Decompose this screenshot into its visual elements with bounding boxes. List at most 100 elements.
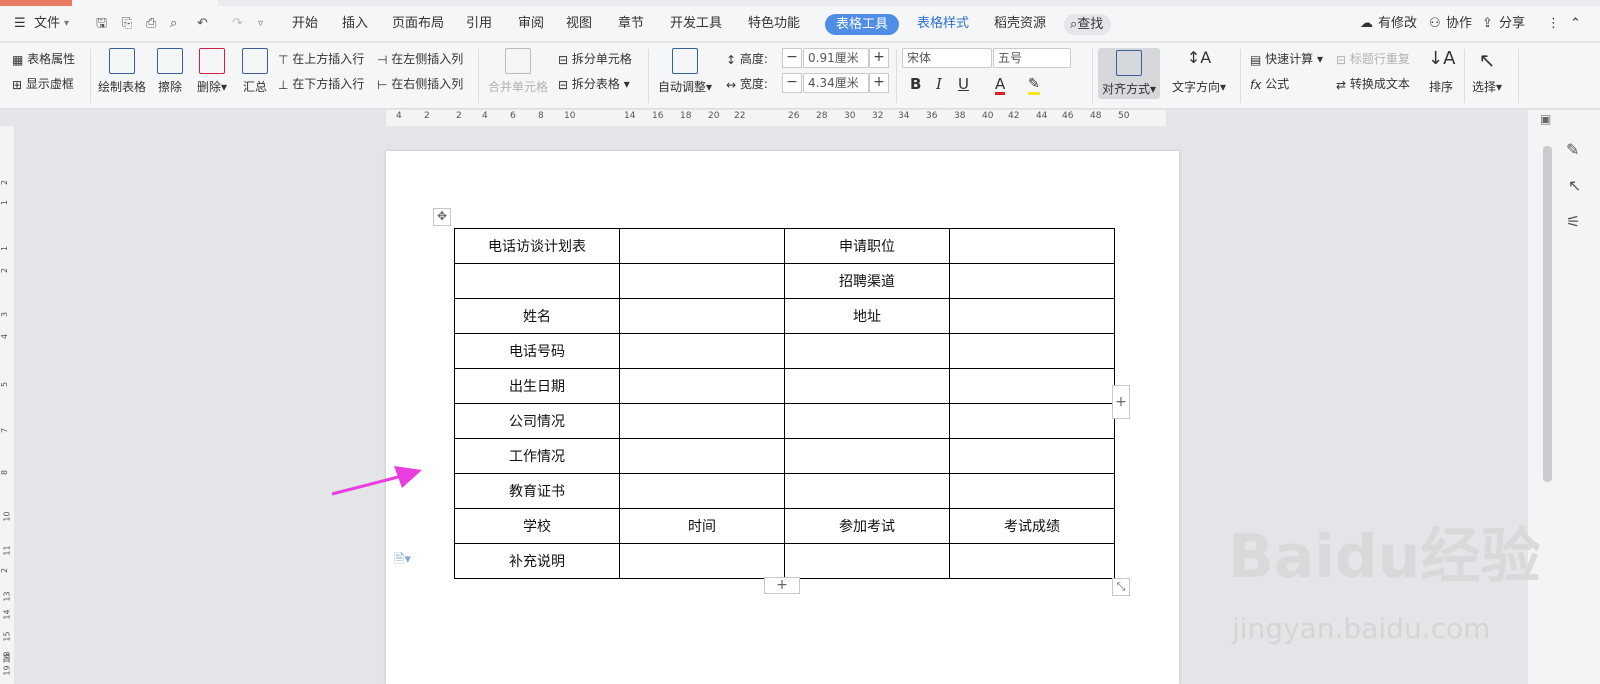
table-cell[interactable] [619, 368, 785, 404]
table-cell[interactable] [784, 543, 950, 579]
chevron-down-icon[interactable]: ▾ [64, 14, 69, 34]
vertical-ruler[interactable]: 2 1 1 2 3 4 5 7 8 10 11 2 13 14 15 16 18 19 [0, 126, 14, 684]
bold-icon[interactable]: B [910, 76, 921, 92]
highlight-icon[interactable]: ✎ [1028, 76, 1040, 95]
share-button[interactable]: 分享 [1499, 14, 1525, 34]
table-cell[interactable] [784, 473, 950, 509]
font-color-icon[interactable]: A [995, 76, 1006, 95]
underline-icon[interactable]: U [958, 76, 969, 92]
split-cells-button[interactable]: ⊟ 拆分单元格 [558, 51, 632, 68]
table-properties-button[interactable]: ▦ 表格属性 [12, 51, 75, 68]
table-move-handle-icon[interactable]: ✥ [433, 208, 451, 226]
tab-docer-resources[interactable]: 稻壳资源 [994, 14, 1046, 34]
tab-2[interactable]: 页面布局 [392, 14, 444, 34]
italic-icon[interactable]: I [936, 76, 942, 92]
table-cell[interactable] [949, 333, 1115, 369]
table-cell[interactable]: 电话号码 [454, 333, 620, 369]
vertical-scrollbar[interactable] [1543, 146, 1552, 482]
table-cell[interactable] [784, 333, 950, 369]
document-assist-icon[interactable]: 🗎▾ [394, 550, 411, 572]
table-cell[interactable] [784, 368, 950, 404]
document-table[interactable]: 电话访谈计划表 申请职位 招聘渠道 姓名 地址 电话号码 出生日期 公司情况 工作情况 教育证书学… [454, 228, 1115, 579]
table-cell[interactable] [619, 403, 785, 439]
table-cell[interactable]: 时间 [619, 508, 785, 544]
repeat-header-button[interactable]: ⊟ 标题行重复 [1336, 51, 1410, 68]
font-name-select[interactable]: 宋体 [902, 48, 992, 68]
delete-button[interactable]: 删除▾ [197, 48, 227, 95]
erase-button[interactable]: 擦除 [157, 48, 183, 95]
text-direction-button[interactable]: ↕A 文字方向▾ [1172, 48, 1226, 95]
cloud-sync-icon[interactable]: ☁ [1360, 14, 1373, 34]
table-cell[interactable] [784, 438, 950, 474]
undo-icon[interactable]: ↶ [197, 14, 208, 34]
width-increase-button[interactable]: + [869, 73, 889, 93]
table-cell[interactable]: 考试成绩 [949, 508, 1115, 544]
settings-sliders-icon[interactable]: ⚟ [1566, 212, 1580, 231]
hamburger-icon[interactable]: ☰ [14, 14, 26, 34]
auto-adjust-button[interactable]: 自动调整▾ [658, 48, 712, 95]
table-cell[interactable] [949, 473, 1115, 509]
table-cell[interactable]: 教育证书 [454, 473, 620, 509]
table-cell[interactable] [619, 438, 785, 474]
split-table-button[interactable]: ⊟ 拆分表格 ▾ [558, 76, 630, 93]
table-cell[interactable]: 申请职位 [784, 228, 950, 264]
select-button[interactable]: ↖ 选择▾ [1472, 48, 1502, 95]
tab-0[interactable]: 开始 [292, 14, 318, 34]
align-button[interactable]: 对齐方式▾ [1098, 48, 1161, 99]
height-decrease-button[interactable]: − [782, 48, 802, 68]
table-cell[interactable]: 姓名 [454, 298, 620, 334]
share-icon[interactable]: ⇪ [1482, 14, 1493, 34]
save-icon[interactable]: 🖫 [96, 14, 107, 34]
insert-column-right-button[interactable]: ⊢ 在右侧插入列 [377, 76, 463, 93]
table-cell[interactable] [619, 298, 785, 334]
table-cell[interactable] [949, 438, 1115, 474]
sort-button[interactable]: ↓A 排序 [1428, 48, 1455, 95]
table-cell[interactable] [454, 263, 620, 299]
save-status-icon[interactable]: ▣ [1540, 112, 1551, 126]
file-menu[interactable]: 文件 [34, 14, 60, 34]
quick-calc-button[interactable]: ▤ 快速计算 ▾ [1250, 51, 1323, 68]
table-cell[interactable]: 工作情况 [454, 438, 620, 474]
table-cell[interactable]: 招聘渠道 [784, 263, 950, 299]
table-cell[interactable] [619, 543, 785, 579]
table-cell[interactable]: 出生日期 [454, 368, 620, 404]
quick-access-more-icon[interactable]: ▿ [258, 14, 263, 34]
formula-button[interactable]: fx 公式 [1250, 76, 1289, 93]
tab-6[interactable]: 章节 [618, 14, 644, 34]
tab-3[interactable]: 引用 [466, 14, 492, 34]
table-cell[interactable]: 学校 [454, 508, 620, 544]
collapse-ribbon-icon[interactable]: ⌃ [1570, 14, 1581, 34]
draw-table-button[interactable]: 绘制表格 [98, 48, 146, 95]
tab-7[interactable]: 开发工具 [670, 14, 722, 34]
tab-8[interactable]: 特色功能 [748, 14, 800, 34]
font-size-select[interactable]: 五号 [993, 48, 1071, 68]
table-cell[interactable] [949, 228, 1115, 264]
tab-table-style[interactable]: 表格样式 [917, 14, 969, 34]
table-cell[interactable]: 补充说明 [454, 543, 620, 579]
height-input[interactable]: 0.91厘米 [803, 48, 869, 68]
collaborate-button[interactable]: 协作 [1446, 14, 1472, 34]
modified-status[interactable]: 有修改 [1378, 14, 1417, 34]
convert-to-text-button[interactable]: ⇄ 转换成文本 [1336, 76, 1410, 93]
insert-row-below-button[interactable]: ⊥ 在下方插入行 [278, 76, 364, 93]
redo-icon[interactable]: ↷ [232, 14, 243, 34]
print-preview-icon[interactable]: ⌕ [170, 14, 177, 34]
collaborate-icon[interactable]: ⚇ [1429, 14, 1441, 34]
table-cell[interactable] [619, 473, 785, 509]
width-input[interactable]: 4.34厘米 [803, 73, 869, 93]
horizontal-ruler[interactable]: 4 2 2 4 6 8 10 14 16 18 20 22 26 28 30 32 34 36 38 40 42 44 46… [386, 110, 1166, 126]
tab-4[interactable]: 审阅 [518, 14, 544, 34]
edit-pen-icon[interactable]: ✎ [1566, 140, 1579, 159]
insert-row-above-button[interactable]: ⊤ 在上方插入行 [278, 51, 364, 68]
merge-cells-button[interactable]: 合并单元格 [488, 48, 548, 95]
table-cell[interactable] [619, 263, 785, 299]
table-cell[interactable]: 公司情况 [454, 403, 620, 439]
table-cell[interactable] [619, 333, 785, 369]
tab-1[interactable]: 插入 [342, 14, 368, 34]
tab-5[interactable]: 视图 [566, 14, 592, 34]
export-pdf-icon[interactable]: ⎘ [122, 14, 132, 34]
tab-table-tools[interactable]: 表格工具 [825, 14, 900, 35]
width-decrease-button[interactable]: − [782, 73, 802, 93]
pointer-icon[interactable]: ↖ [1568, 176, 1581, 195]
table-cell[interactable] [949, 368, 1115, 404]
